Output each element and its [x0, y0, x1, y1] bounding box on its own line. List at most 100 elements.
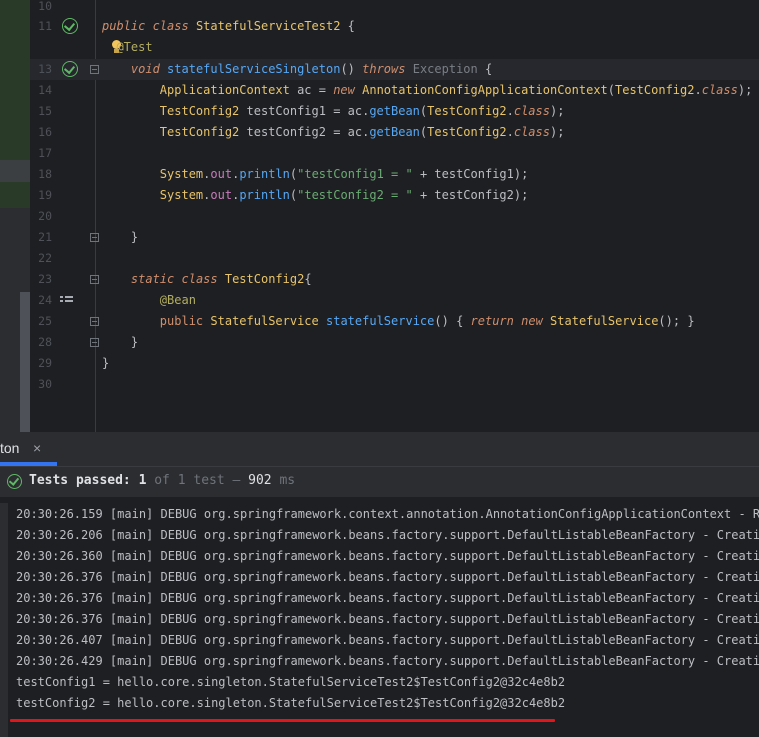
code-line[interactable]: 15 TestConfig2 testConfig1 = ac.getBean(… — [30, 101, 759, 122]
code-editor[interactable]: 10 11 public class StatefulServiceTest2 { … — [0, 0, 759, 432]
line-number: 11 — [38, 19, 52, 33]
code-text: static class TestConfig2{ — [102, 269, 312, 290]
code-line[interactable]: 14 ApplicationContext ac = new Annotatio… — [30, 80, 759, 101]
code-text: System.out.println("testConfig2 = " + te… — [102, 185, 529, 206]
run-tab[interactable]: ton × — [0, 432, 56, 466]
code-token: ); — [737, 83, 753, 97]
code-text: TestConfig2 testConfig2 = ac.getBean(Tes… — [102, 122, 565, 143]
run-test-icon[interactable] — [62, 18, 78, 34]
code-token: "testConfig2 = " — [297, 188, 413, 202]
fold-icon[interactable] — [90, 317, 99, 326]
code-line[interactable]: 22 — [30, 248, 759, 269]
run-tab-label: ton — [0, 440, 20, 456]
console-output[interactable]: 20:30:26.159 [main] DEBUG org.springfram… — [0, 497, 759, 737]
console-line: 20:30:26.159 [main] DEBUG org.springfram… — [16, 507, 759, 521]
code-token: + testConfig1); — [412, 167, 529, 181]
highlight-underline — [10, 719, 555, 722]
code-token: () — [434, 314, 457, 328]
code-token: StatefulService — [210, 314, 319, 328]
code-token: { — [340, 19, 355, 33]
code-token: System — [159, 167, 204, 181]
line-number: 14 — [38, 83, 52, 97]
line-number: 19 — [38, 188, 52, 202]
code-line[interactable]: 21 } — [30, 227, 759, 248]
run-test-icon[interactable] — [62, 61, 78, 77]
code-line[interactable]: 25 public StatefulService statefulServic… — [30, 311, 759, 332]
code-text: TestConfig2 testConfig1 = ac.getBean(Tes… — [102, 101, 565, 122]
code-line[interactable]: 18 System.out.println("testConfig1 = " +… — [30, 164, 759, 185]
console-line: 20:30:26.429 [main] DEBUG org.springfram… — [16, 654, 759, 668]
code-token: statefulServiceSingleton — [167, 62, 341, 76]
code-line[interactable]: 10 — [30, 0, 759, 17]
code-token: TestConfig2 — [427, 104, 507, 118]
code-text: System.out.println("testConfig1 = " + te… — [102, 164, 529, 185]
console-line: 20:30:26.360 [main] DEBUG org.springfram… — [16, 549, 759, 563]
line-number: 15 — [38, 104, 52, 118]
code-token: testConfig1 = ac. — [239, 104, 370, 118]
code-token: getBean — [369, 104, 420, 118]
code-line[interactable]: 28 } — [30, 332, 759, 353]
code-line[interactable]: 17 — [30, 143, 759, 164]
code-line[interactable]: 13 void statefulServiceSingleton() throw… — [30, 59, 759, 80]
code-line[interactable]: 20 — [30, 206, 759, 227]
code-token: TestConfig2 — [427, 125, 507, 139]
code-token: () — [340, 62, 363, 76]
code-token: println — [239, 188, 290, 202]
fold-icon[interactable] — [90, 65, 99, 74]
close-icon[interactable]: × — [33, 440, 41, 456]
console-line: testConfig2 = hello.core.singleton.State… — [16, 696, 566, 710]
code-line[interactable]: 30 — [30, 374, 759, 395]
code-token: out — [210, 188, 233, 202]
code-text: ApplicationContext ac = new AnnotationCo… — [102, 80, 753, 101]
code-token: @Bean — [159, 293, 196, 307]
code-token: TestConfig2 — [159, 125, 240, 139]
code-line[interactable]: 24 @Bean — [30, 290, 759, 311]
code-text: } — [102, 332, 138, 353]
console-line: 20:30:26.376 [main] DEBUG org.springfram… — [16, 570, 759, 584]
code-token: ); — [549, 104, 565, 118]
fold-icon[interactable] — [90, 275, 99, 284]
code-token: statefulService — [326, 314, 435, 328]
code-line[interactable]: 16 TestConfig2 testConfig2 = ac.getBean(… — [30, 122, 759, 143]
code-token: testConfig2 = ac. — [239, 125, 370, 139]
code-token: TestConfig2 — [615, 83, 695, 97]
code-token: class — [181, 272, 218, 286]
bean-gutter-icon[interactable] — [60, 296, 74, 306]
code-line[interactable]: 19 System.out.println("testConfig2 = " +… — [30, 185, 759, 206]
scroll-marker — [20, 292, 30, 432]
code-token: class — [152, 19, 189, 33]
console-line: 20:30:26.376 [main] DEBUG org.springfram… — [16, 591, 759, 605]
fold-icon[interactable] — [90, 233, 99, 242]
line-number: 24 — [38, 293, 52, 307]
fold-icon[interactable] — [90, 338, 99, 347]
code-line[interactable]: @Test — [30, 37, 759, 58]
line-number: 16 — [38, 125, 52, 139]
console-line: 20:30:26.206 [main] DEBUG org.springfram… — [16, 528, 759, 542]
console-line: 20:30:26.376 [main] DEBUG org.springfram… — [16, 612, 759, 626]
code-text: } — [102, 227, 138, 248]
code-text: } — [102, 353, 109, 374]
code-token: StatefulService — [550, 314, 659, 328]
line-number: 10 — [38, 0, 52, 13]
line-number: 21 — [38, 230, 52, 244]
code-line[interactable]: 23 static class TestConfig2{ — [30, 269, 759, 290]
code-token: ); — [549, 125, 565, 139]
code-token: void — [130, 62, 160, 76]
line-number: 13 — [38, 62, 52, 76]
check-circle-icon — [7, 474, 22, 489]
test-status-text: Tests passed: 1 of 1 test – 902 ms — [29, 473, 296, 488]
code-token: + testConfig2); — [412, 188, 529, 202]
code-line[interactable]: 11 public class StatefulServiceTest2 { — [30, 16, 759, 37]
code-line[interactable]: 29} — [30, 353, 759, 374]
code-token: { — [304, 272, 312, 286]
code-token: } — [687, 314, 695, 328]
